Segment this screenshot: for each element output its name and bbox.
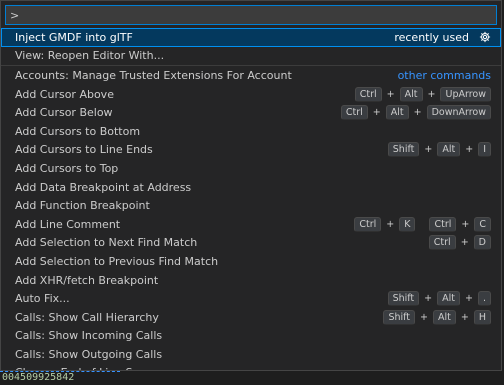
command-item-label: Add Cursors to Top [15,161,119,175]
command-item[interactable]: Add Cursors to Line Ends Shift + Alt + I [1,141,501,160]
command-palette: Inject GMDF into glTF recently used View… [0,0,502,371]
command-item-label: Add Selection to Next Find Match [15,236,198,250]
key-plus: + [386,88,395,100]
command-item-label: Calls: Show Call Hierarchy [15,310,159,324]
command-input-wrapper [1,1,501,28]
command-item-label: Add Line Comment [15,217,121,231]
recently-used-badge: recently used [394,30,469,44]
key-cap: DownArrow [426,105,491,121]
gear-icon[interactable] [479,31,491,43]
command-item[interactable]: Calls: Show Incoming Calls [1,327,501,346]
command-list: Inject GMDF into glTF recently used View… [1,28,501,370]
command-item[interactable]: Add Function Breakpoint [1,196,501,215]
command-item[interactable]: Add Data Breakpoint at Address [1,178,501,197]
key-plus: + [460,237,469,249]
key-plus: + [420,311,428,323]
key-plus: + [372,107,381,119]
key-plus: + [424,293,433,305]
key-cap: Ctrl [428,235,456,251]
key-cap: Alt [437,291,460,307]
key-cap: Alt [385,105,409,121]
keybinding: Shift + Alt + H [383,309,491,325]
key-plus: + [465,293,473,305]
command-item[interactable]: Auto Fix... Shift + Alt +. [1,289,501,308]
dashed-divider [0,371,120,373]
command-item-meta: recently used [394,31,491,44]
key-cap: Alt [437,142,461,158]
key-plus: + [427,88,436,100]
command-item-label: Accounts: Manage Trusted Extensions For … [15,68,292,82]
key-cap: Shift [383,309,416,325]
key-cap: I [478,142,491,158]
key-cap: UpArrow [440,86,491,102]
key-cap: . [477,291,491,307]
command-input[interactable] [10,8,496,22]
key-cap: D [473,235,491,251]
key-cap: Alt [399,86,423,102]
keybinding: Shift + Alt +. [387,291,491,307]
bottom-number: 004509925842 [2,372,75,383]
command-item-label: Add Cursor Above [15,87,114,101]
command-item[interactable]: Change End of Line Sequence [1,364,501,370]
command-item[interactable]: Calls: Show Outgoing Calls [1,345,501,364]
command-item-label: Add Function Breakpoint [15,199,150,213]
command-item[interactable]: Add Selection to Next Find Match Ctrl + D [1,234,501,253]
key-plus: + [424,144,433,156]
command-item[interactable]: Add Cursors to Bottom [1,122,501,141]
key-cap: H [473,309,491,325]
command-item-label: Auto Fix... [15,292,70,306]
command-item-selected[interactable]: Inject GMDF into glTF recently used [1,28,501,47]
command-item[interactable]: Accounts: Manage Trusted Extensions For … [1,65,501,85]
key-plus: + [460,311,469,323]
keybinding: Ctrl + K Ctrl + C [354,216,491,232]
keybinding: other commands [398,69,491,82]
key-plus: + [461,218,470,230]
command-item[interactable]: Add Cursors to Top [1,159,501,178]
key-cap: Alt [433,309,456,325]
key-cap: Ctrl [354,86,382,102]
command-item[interactable]: Add Selection to Previous Find Match [1,252,501,271]
keybinding: Ctrl + Alt + UpArrow [354,86,491,102]
keybinding: Shift + Alt + I [387,142,491,158]
command-item[interactable]: Add Cursor Below Ctrl + Alt + DownArrow [1,103,501,122]
command-item-label: Add Data Breakpoint at Address [15,180,192,194]
command-item[interactable]: Add Line Comment Ctrl + K Ctrl + C [1,215,501,234]
key-plus: + [386,218,395,230]
command-item[interactable]: View: Reopen Editor With... [1,47,501,66]
key-cap: K [399,216,416,232]
key-cap: Ctrl [354,216,382,232]
command-input-box[interactable] [5,5,497,25]
key-plus: + [465,144,474,156]
command-item-label: Add XHR/fetch Breakpoint [15,273,159,287]
command-item-label: Calls: Show Incoming Calls [15,329,163,343]
command-item-label: Add Cursors to Line Ends [15,143,153,157]
key-cap: Ctrl [340,105,368,121]
keybinding: Ctrl + D [428,235,491,251]
status-value-readout: 004509925842 [0,371,504,385]
key-cap: C [474,216,491,232]
key-cap: Shift [387,291,420,307]
command-item-label: View: Reopen Editor With... [15,49,165,63]
command-item[interactable]: Add XHR/fetch Breakpoint [1,271,501,290]
command-item-label: Inject GMDF into glTF [15,30,133,44]
command-item-label: Calls: Show Outgoing Calls [15,347,163,361]
command-item-label: Add Cursor Below [15,106,113,120]
command-item-label: Add Cursors to Bottom [15,124,141,138]
keybinding: Ctrl + Alt + DownArrow [340,105,491,121]
other-commands-link[interactable]: other commands [398,69,491,82]
command-item-label: Add Selection to Previous Find Match [15,254,219,268]
command-item[interactable]: Calls: Show Call Hierarchy Shift + Alt + H [1,308,501,327]
command-item[interactable]: Add Cursor Above Ctrl + Alt + UpArrow [1,85,501,104]
key-cap: Shift [387,142,420,158]
key-plus: + [413,107,422,119]
key-cap: Ctrl [429,216,457,232]
